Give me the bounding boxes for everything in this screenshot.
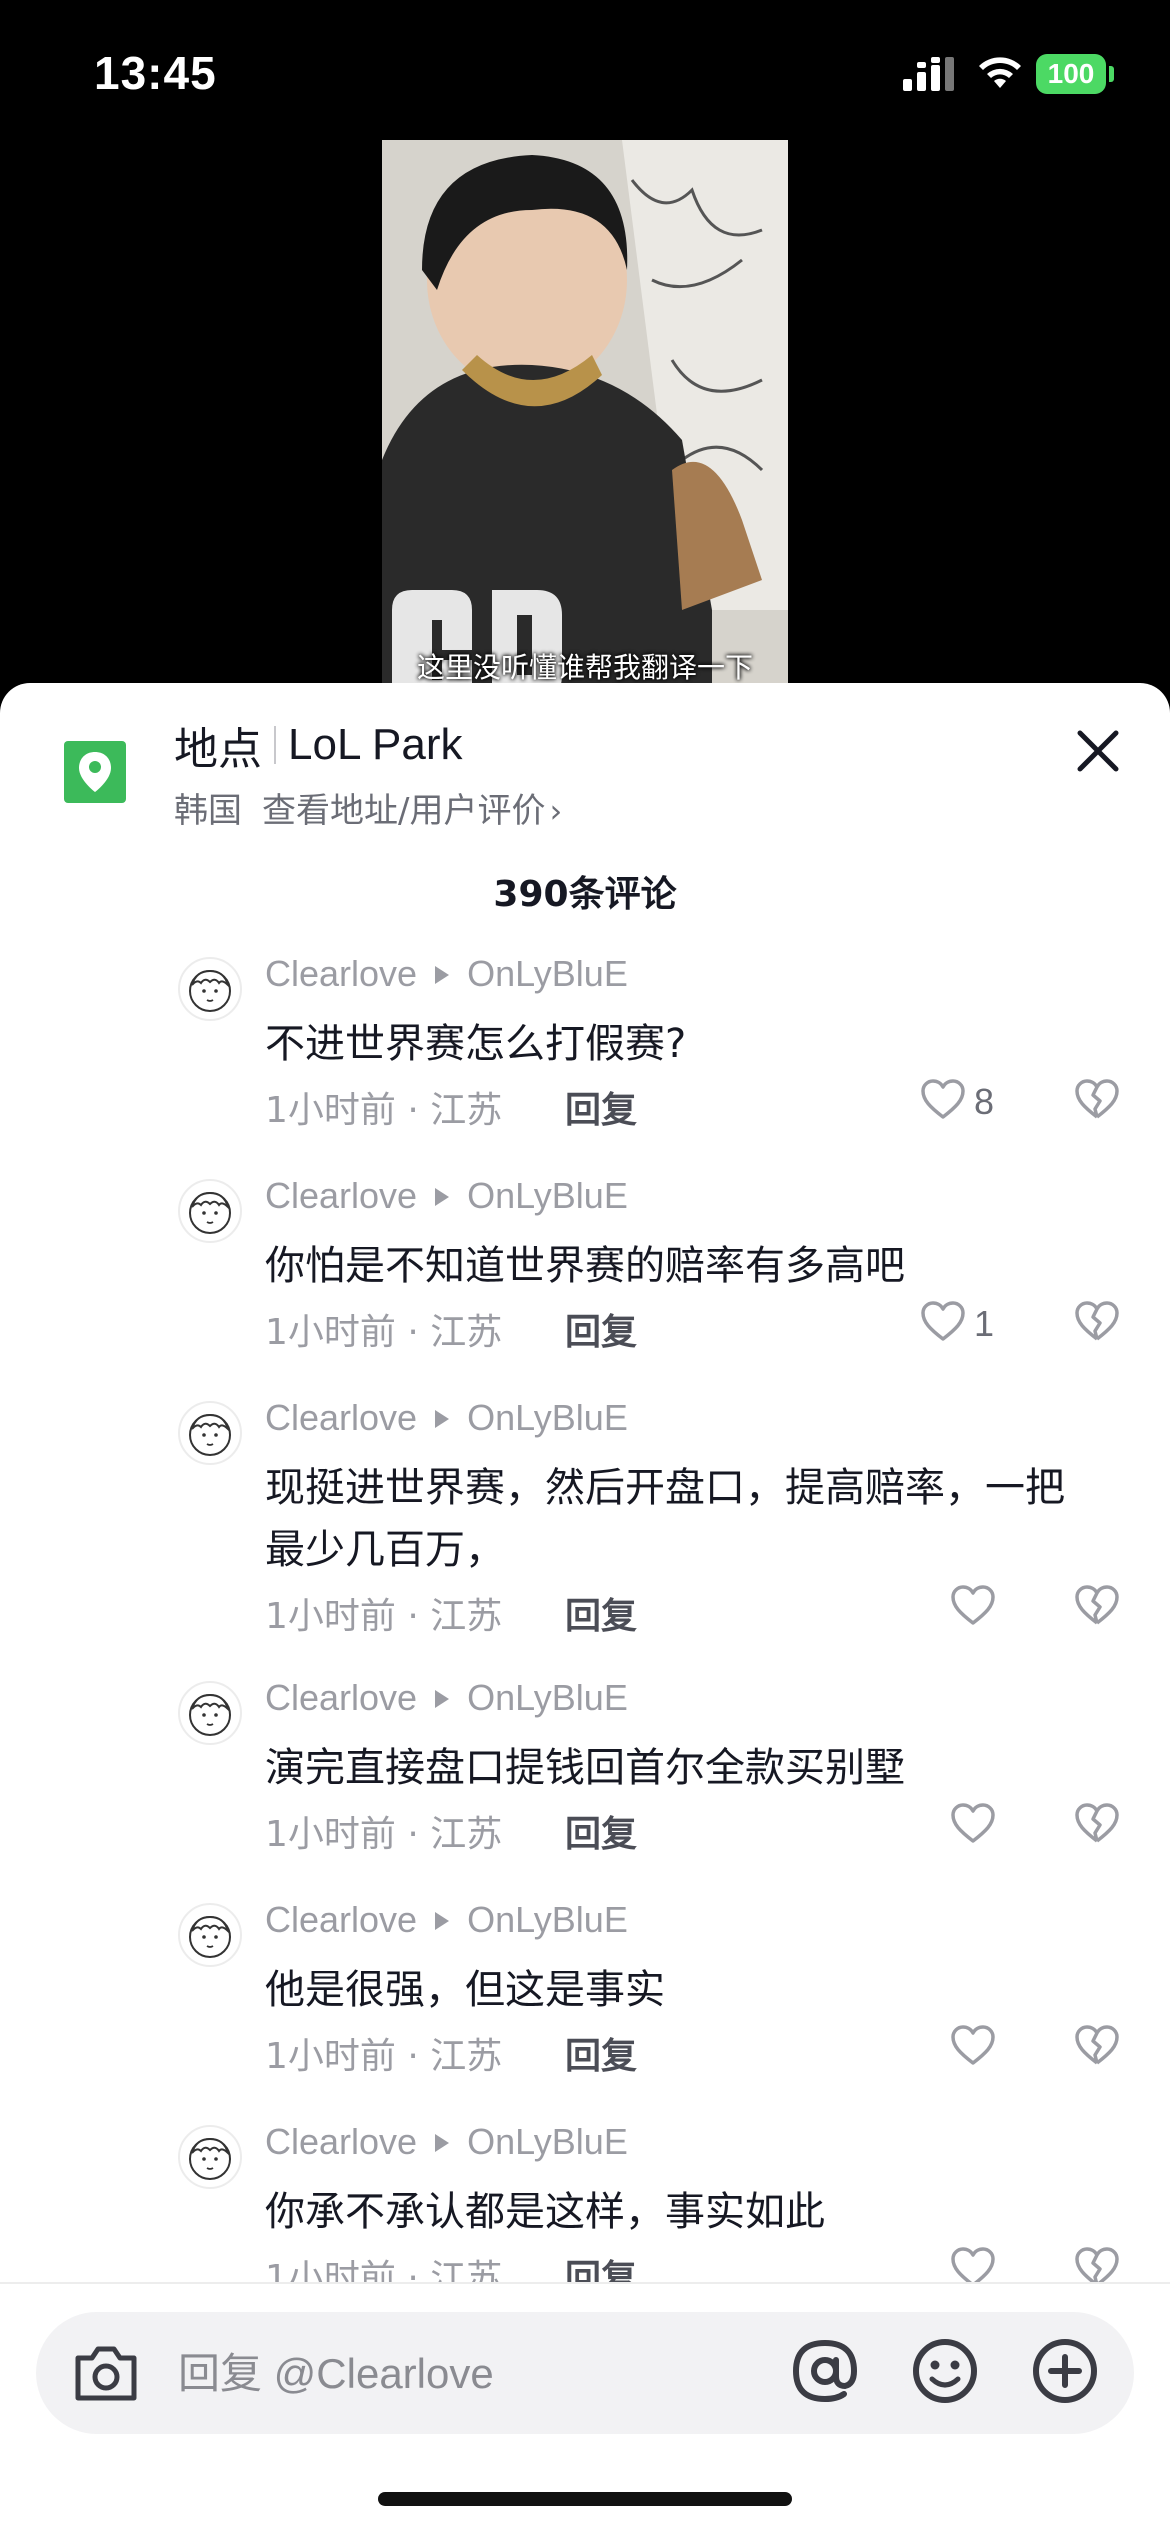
- screen: 13:45 100 这里没听懂谁帮我翻译一下 地点 LoL Park 韩国 查看…: [0, 0, 1170, 2532]
- status-time: 13:45: [94, 47, 217, 99]
- reply-bar: [0, 2282, 1170, 2532]
- reply-button[interactable]: 回复: [565, 2249, 637, 2283]
- dislike-button[interactable]: [1074, 1079, 1120, 1125]
- like-count: 1: [974, 1303, 995, 1344]
- comment-reply-to[interactable]: OnLyBluE: [467, 1397, 628, 1438]
- comment-author[interactable]: Clearlove: [265, 1899, 417, 1940]
- comment-text: 他是很强，但这是事实: [265, 1967, 665, 2013]
- video-subtitle: 这里没听懂谁帮我翻译一下: [416, 651, 753, 684]
- heart-icon: [950, 1585, 996, 1631]
- avatar[interactable]: [178, 957, 242, 1021]
- heart-icon: [920, 1301, 966, 1347]
- add-icon[interactable]: [1030, 2336, 1100, 2406]
- comments-sheet: 地点 LoL Park 韩国 查看地址/用户评价 › 390条评论 Clearlov…: [0, 683, 1170, 2532]
- status-bar: 13:45 100: [0, 0, 1170, 140]
- camera-icon[interactable]: [72, 2342, 140, 2404]
- dislike-button[interactable]: [1074, 1301, 1120, 1347]
- mention-icon[interactable]: [788, 2334, 862, 2408]
- comment-author[interactable]: Clearlove: [265, 1397, 417, 1438]
- dislike-button[interactable]: [1074, 2247, 1120, 2283]
- heart-icon: [920, 1079, 966, 1125]
- comment-reply-to[interactable]: OnLyBluE: [467, 1899, 628, 1940]
- comment-reply-to[interactable]: OnLyBluE: [467, 2121, 628, 2162]
- comment-reply-to[interactable]: OnLyBluE: [467, 953, 628, 994]
- comment-meta: 1小时前 · 江苏: [265, 1312, 503, 1353]
- broken-heart-icon: [1074, 1079, 1120, 1125]
- comment-item[interactable]: Clearlove OnLyBluE 现挺进世界赛，然后开盘口，提高赔率，一把最少几…: [0, 1397, 1170, 1637]
- comment-text: 不进世界赛怎么打假赛?: [265, 1021, 687, 1067]
- comment-author-line: Clearlove OnLyBluE: [265, 1899, 628, 1941]
- comment-author[interactable]: Clearlove: [265, 2121, 417, 2162]
- broken-heart-icon: [1074, 1301, 1120, 1347]
- reply-arrow-icon: [435, 1410, 450, 1428]
- reply-arrow-icon: [435, 1912, 450, 1930]
- comment-text: 你怕是不知道世界赛的赔率有多高吧: [265, 1243, 905, 1289]
- battery-indicator: 100: [1036, 54, 1106, 94]
- video-thumbnail: [382, 140, 788, 700]
- comment-text: 演完直接盘口提钱回首尔全款买别墅: [265, 1745, 905, 1791]
- comment-item[interactable]: Clearlove OnLyBluE 你怕是不知道世界赛的赔率有多高吧 1小时前 · …: [0, 1175, 1170, 1399]
- comment-meta: 1小时前 · 江苏: [265, 1090, 503, 1131]
- comment-item[interactable]: Clearlove OnLyBluE 他是很强，但这是事实 1小时前 · 江苏 回复: [0, 1899, 1170, 2123]
- comment-author-line: Clearlove OnLyBluE: [265, 953, 628, 995]
- emoji-icon[interactable]: [910, 2336, 980, 2406]
- comment-item[interactable]: Clearlove OnLyBluE 你承不承认都是这样，事实如此 1小时前 · 江苏…: [0, 2121, 1170, 2283]
- like-count: 8: [974, 1081, 995, 1122]
- broken-heart-icon: [1074, 1585, 1120, 1631]
- reply-button[interactable]: 回复: [565, 2027, 637, 2079]
- broken-heart-icon: [1074, 2025, 1120, 2071]
- like-button[interactable]: 8: [920, 1077, 994, 1127]
- reply-button[interactable]: 回复: [565, 1587, 637, 1639]
- broken-heart-icon: [1074, 1803, 1120, 1849]
- comment-meta: 1小时前 · 江苏: [265, 2036, 503, 2077]
- comment-meta: 1小时前 · 江苏: [265, 1814, 503, 1855]
- comment-author[interactable]: Clearlove: [265, 953, 417, 994]
- reply-input-container[interactable]: [36, 2312, 1134, 2434]
- comment-reply-to[interactable]: OnLyBluE: [467, 1175, 628, 1216]
- reply-arrow-icon: [435, 1690, 450, 1708]
- like-button[interactable]: [950, 1801, 1004, 1851]
- avatar[interactable]: [178, 1681, 242, 1745]
- wifi-icon: [979, 57, 1021, 88]
- comment-author-line: Clearlove OnLyBluE: [265, 1677, 628, 1719]
- reply-input[interactable]: [176, 2342, 780, 2406]
- comment-meta: 1小时前 · 江苏: [265, 1596, 503, 1637]
- video-player[interactable]: 这里没听懂谁帮我翻译一下: [382, 140, 788, 700]
- comment-item[interactable]: Clearlove OnLyBluE 不进世界赛怎么打假赛? 1小时前 · 江苏 回复 8: [0, 953, 1170, 1177]
- reply-arrow-icon: [435, 966, 450, 984]
- avatar[interactable]: [178, 1179, 242, 1243]
- reply-arrow-icon: [435, 2134, 450, 2152]
- comment-reply-to[interactable]: OnLyBluE: [467, 1677, 628, 1718]
- heart-icon: [950, 2025, 996, 2071]
- heart-icon: [950, 2247, 996, 2283]
- reply-arrow-icon: [435, 1188, 450, 1206]
- avatar[interactable]: [178, 1401, 242, 1465]
- comment-list[interactable]: Clearlove OnLyBluE 不进世界赛怎么打假赛? 1小时前 · 江苏 回复 8…: [0, 683, 1170, 2283]
- comment-item[interactable]: Clearlove OnLyBluE 演完直接盘口提钱回首尔全款买别墅 1小时前 · …: [0, 1677, 1170, 1901]
- comment-author[interactable]: Clearlove: [265, 1677, 417, 1718]
- cellular-signal-icon: [903, 57, 954, 91]
- comment-author-line: Clearlove OnLyBluE: [265, 1175, 628, 1217]
- reply-button[interactable]: 回复: [565, 1303, 637, 1355]
- like-button[interactable]: [950, 2245, 1004, 2283]
- reply-button[interactable]: 回复: [565, 1805, 637, 1857]
- comment-text: 你承不承认都是这样，事实如此: [265, 2189, 825, 2235]
- dislike-button[interactable]: [1074, 1803, 1120, 1849]
- comment-author-line: Clearlove OnLyBluE: [265, 1397, 628, 1439]
- comment-text: 现挺进世界赛，然后开盘口，提高赔率，一把最少几百万，: [265, 1465, 1065, 1573]
- avatar[interactable]: [178, 2125, 242, 2189]
- comment-author-line: Clearlove OnLyBluE: [265, 2121, 628, 2163]
- dislike-button[interactable]: [1074, 1585, 1120, 1631]
- comment-meta: 1小时前 · 江苏: [265, 2258, 503, 2283]
- reply-button[interactable]: 回复: [565, 1081, 637, 1133]
- dislike-button[interactable]: [1074, 2025, 1120, 2071]
- avatar[interactable]: [178, 1903, 242, 1967]
- like-button[interactable]: [950, 2023, 1004, 2073]
- battery-tip: [1109, 66, 1114, 82]
- home-indicator: [378, 2492, 792, 2506]
- heart-icon: [950, 1803, 996, 1849]
- like-button[interactable]: [950, 1583, 1004, 1633]
- like-button[interactable]: 1: [920, 1299, 994, 1349]
- comment-author[interactable]: Clearlove: [265, 1175, 417, 1216]
